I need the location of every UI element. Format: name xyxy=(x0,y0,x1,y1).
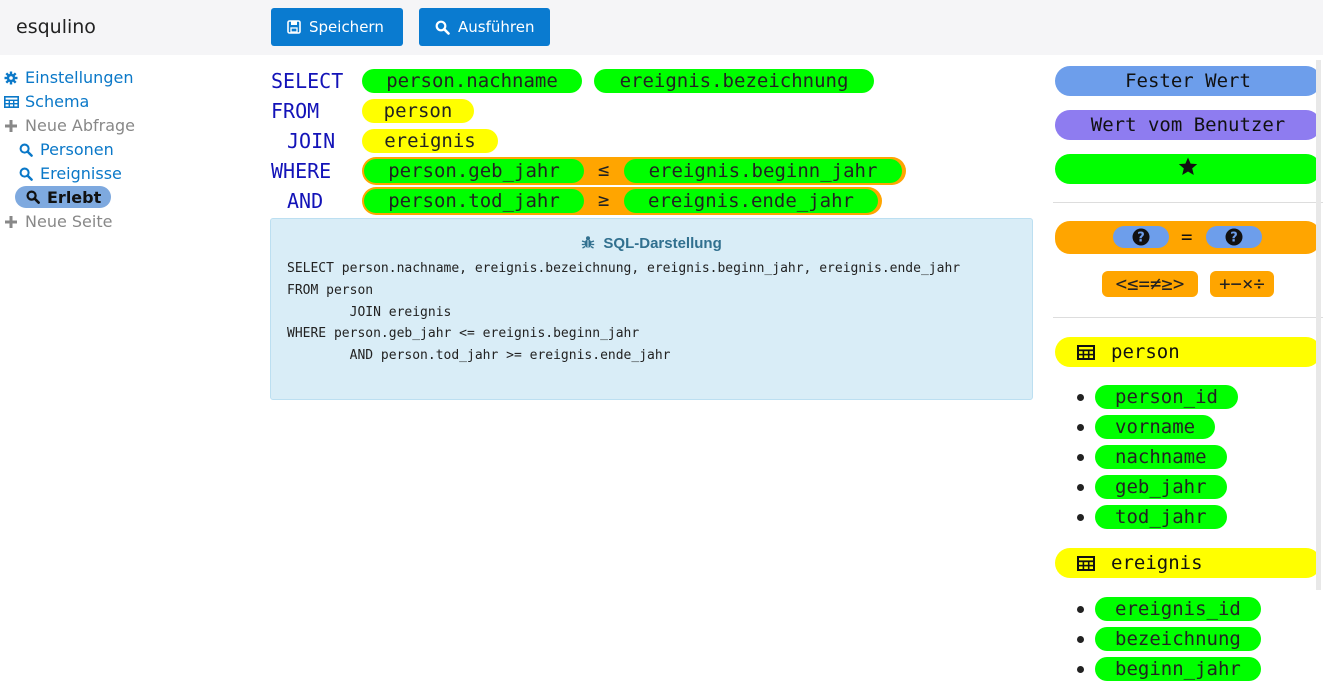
join-table-chip[interactable]: ereignis xyxy=(362,129,498,153)
placeholder-right[interactable]: ? xyxy=(1206,226,1262,248)
column-chip[interactable]: nachname xyxy=(1095,445,1227,469)
star-column-block[interactable] xyxy=(1055,154,1321,184)
run-button[interactable]: Ausführen xyxy=(419,8,550,46)
divider xyxy=(1053,317,1323,318)
column-chip[interactable]: bezeichnung xyxy=(1095,627,1261,651)
sidebar-item-label: Erlebt xyxy=(47,187,102,207)
column-chip[interactable]: tod_jahr xyxy=(1095,505,1227,529)
sql-line: AND person.tod_jahr >= ereignis.ende_jah… xyxy=(287,348,671,363)
column-chip[interactable]: person_id xyxy=(1095,385,1238,409)
svg-text:?: ? xyxy=(1137,231,1145,246)
arithmetic-operators[interactable]: +−×÷ xyxy=(1210,271,1274,297)
list-bullet xyxy=(1077,424,1084,431)
sql-panel-title-text: SQL-Darstellung xyxy=(603,235,722,252)
column-chip[interactable]: vorname xyxy=(1095,415,1216,439)
sql-panel: SQL-Darstellung SELECT person.nachname, … xyxy=(270,218,1033,400)
list-bullet xyxy=(1077,394,1084,401)
list-bullet xyxy=(1077,606,1084,613)
question-circle-icon: ? xyxy=(1225,228,1243,246)
save-button[interactable]: Speichern xyxy=(271,8,403,46)
join-keyword: JOIN xyxy=(287,129,336,153)
list-bullet xyxy=(1077,636,1084,643)
sidebar-item-label: Neue Seite xyxy=(25,212,113,231)
question-circle-icon: ? xyxy=(1132,228,1150,246)
and-left-chip[interactable]: person.tod_jahr xyxy=(364,189,584,213)
table-name: ereignis xyxy=(1111,552,1203,574)
expression-operator: = xyxy=(1181,226,1193,248)
column-chip[interactable]: beginn_jahr xyxy=(1095,657,1261,681)
and-comparison[interactable]: person.tod_jahr ≥ ereignis.ende_jahr xyxy=(362,187,882,215)
sidebar-item-query-erlebt[interactable]: Erlebt xyxy=(15,186,112,208)
search-icon xyxy=(25,190,41,204)
sql-panel-title: SQL-Darstellung xyxy=(271,235,1032,253)
from-keyword: FROM xyxy=(271,99,320,123)
bug-icon xyxy=(581,235,595,253)
plus-icon xyxy=(3,215,19,228)
table-icon xyxy=(1077,555,1095,571)
svg-text:?: ? xyxy=(1230,231,1238,246)
star-icon xyxy=(1178,157,1198,181)
top-bar: esqulino Speichern Ausführen xyxy=(0,0,1323,55)
from-table-chip[interactable]: person xyxy=(362,99,474,123)
table-icon xyxy=(1077,344,1095,360)
sidebar-item-settings[interactable]: Einstellungen xyxy=(3,68,133,87)
sql-line: JOIN ereignis xyxy=(287,305,452,320)
where-comparison[interactable]: person.geb_jahr ≤ ereignis.beginn_jahr xyxy=(362,157,906,185)
select-column-chip[interactable]: ereignis.bezeichnung xyxy=(594,69,874,93)
sidebar-item-label: Einstellungen xyxy=(25,68,134,87)
sidebar-item-label: Personen xyxy=(40,140,114,159)
sidebar-item-query-personen[interactable]: Personen xyxy=(18,140,114,159)
list-bullet xyxy=(1077,514,1084,521)
and-right-chip[interactable]: ereignis.ende_jahr xyxy=(624,189,878,213)
sidebar-item-query-ereignisse[interactable]: Ereignisse xyxy=(18,164,122,183)
sql-line: SELECT person.nachname, ereignis.bezeich… xyxy=(287,261,961,276)
comparison-operators[interactable]: <≤=≠≥> xyxy=(1102,271,1198,297)
table-name: person xyxy=(1111,341,1180,363)
search-icon xyxy=(18,143,34,157)
list-bullet xyxy=(1077,484,1084,491)
where-operator[interactable]: ≤ xyxy=(598,159,609,181)
search-icon xyxy=(18,167,34,181)
sidebar-item-schema[interactable]: Schema xyxy=(3,92,89,111)
list-bullet xyxy=(1077,454,1084,461)
column-chip[interactable]: ereignis_id xyxy=(1095,597,1261,621)
user-value-block[interactable]: Wert vom Benutzer xyxy=(1055,110,1321,140)
plus-icon xyxy=(3,119,19,132)
sidebar-item-label: Schema xyxy=(25,92,90,111)
and-keyword: AND xyxy=(287,189,324,213)
sidebar-item-new-page[interactable]: Neue Seite xyxy=(3,212,112,231)
divider xyxy=(1053,202,1323,203)
where-right-chip[interactable]: ereignis.beginn_jahr xyxy=(624,159,902,183)
run-button-label: Ausführen xyxy=(458,18,535,36)
placeholder-left[interactable]: ? xyxy=(1113,226,1169,248)
app-title[interactable]: esqulino xyxy=(16,16,96,38)
sidebar-item-new-query[interactable]: Neue Abfrage xyxy=(3,116,135,135)
select-column-chip[interactable]: person.nachname xyxy=(362,69,582,93)
sql-line: WHERE person.geb_jahr <= ereignis.beginn… xyxy=(287,326,640,341)
table-ereignis-header[interactable]: ereignis xyxy=(1055,548,1321,578)
where-keyword: WHERE xyxy=(271,159,332,183)
search-icon xyxy=(435,20,450,35)
scrollbar[interactable] xyxy=(1316,60,1321,590)
column-chip[interactable]: geb_jahr xyxy=(1095,475,1227,499)
expression-block[interactable]: ? = ? xyxy=(1055,221,1321,254)
sql-line: FROM person xyxy=(287,283,374,298)
floppy-disk-icon xyxy=(287,20,301,34)
gear-icon xyxy=(3,71,19,85)
save-button-label: Speichern xyxy=(309,18,384,36)
select-keyword: SELECT xyxy=(271,69,344,93)
table-icon xyxy=(3,95,19,108)
constant-value-block[interactable]: Fester Wert xyxy=(1055,66,1321,96)
sidebar-item-label: Ereignisse xyxy=(40,164,122,183)
where-left-chip[interactable]: person.geb_jahr xyxy=(364,159,584,183)
table-person-header[interactable]: person xyxy=(1055,337,1321,367)
sidebar-item-label: Neue Abfrage xyxy=(25,116,135,135)
and-operator[interactable]: ≥ xyxy=(598,189,609,211)
